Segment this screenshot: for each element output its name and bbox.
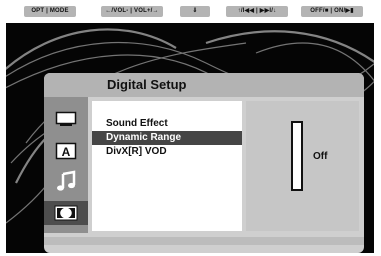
menu-item-divx-vod[interactable]: DivX[R] VOD	[92, 145, 242, 159]
hint-navigation: ↑/I◀◀ | ▶▶I/↓	[226, 6, 288, 17]
hint-opt-mode: OPT | MODE	[24, 6, 76, 17]
music-note-icon[interactable]	[48, 169, 84, 193]
setup-category-column: A	[44, 97, 88, 233]
hint-power-play: OFF/■ | ON/▶▮	[301, 6, 363, 17]
hint-down: ⇓	[180, 6, 210, 17]
panel-header: Digital Setup	[44, 73, 364, 97]
value-text: Off	[313, 151, 328, 162]
tv-screen: Digital Setup A Sound Effect Dynamic Ran…	[6, 23, 374, 253]
panel-footer	[44, 237, 364, 245]
menu-item-sound-effect[interactable]: Sound Effect	[92, 117, 242, 131]
value-panel: Off	[246, 101, 359, 231]
panel-title: Digital Setup	[107, 77, 187, 92]
svg-text:A: A	[62, 145, 71, 159]
remote-hint-bar: OPT | MODE ←/VOL- | VOL+/→ ⇓ ↑/I◀◀ | ▶▶I…	[0, 0, 381, 22]
dolby-digital-icon[interactable]	[44, 201, 88, 225]
subtitle-a-icon[interactable]: A	[48, 139, 84, 163]
digital-setup-panel: Digital Setup A Sound Effect Dynamic Ran…	[44, 73, 364, 253]
dynamic-range-slider[interactable]	[291, 121, 303, 191]
menu-item-dynamic-range[interactable]: Dynamic Range	[92, 131, 242, 145]
monitor-icon[interactable]	[48, 107, 84, 131]
setup-items-list: Sound Effect Dynamic Range DivX[R] VOD	[92, 101, 242, 231]
hint-volume: ←/VOL- | VOL+/→	[101, 6, 163, 17]
